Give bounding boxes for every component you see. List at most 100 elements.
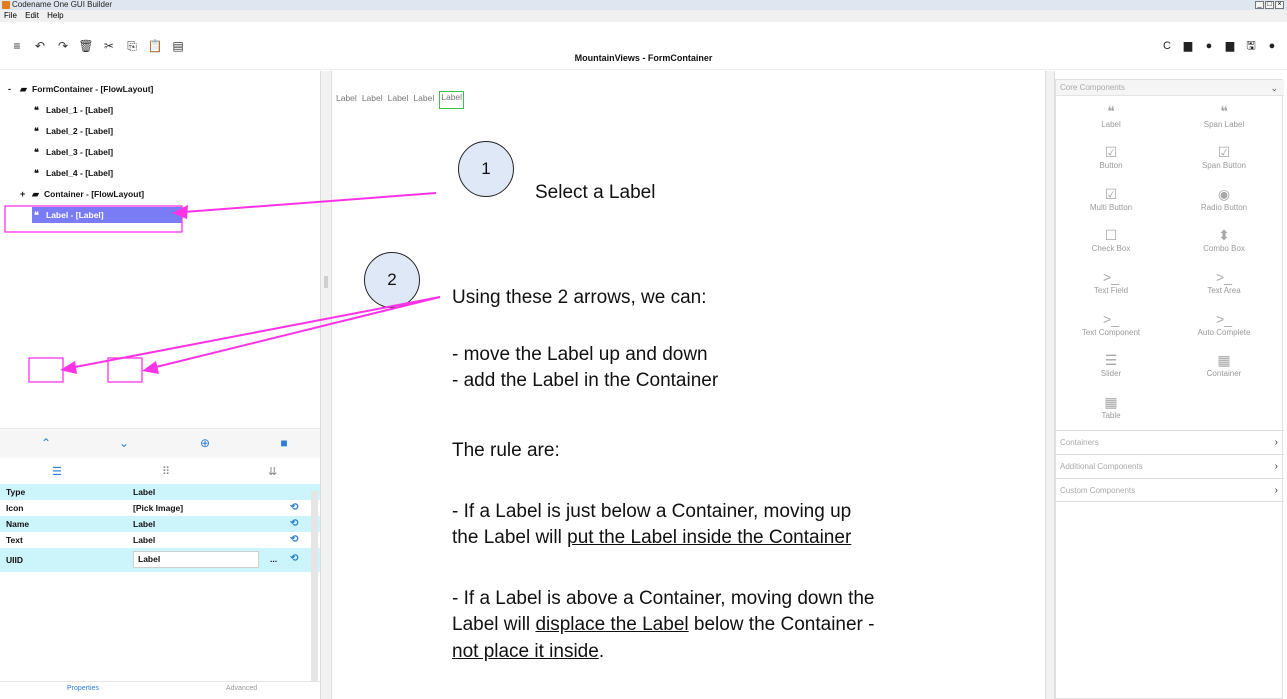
paste-icon[interactable]: 📋 <box>146 38 164 54</box>
step-1-text: Select a Label <box>535 182 656 203</box>
quote-icon: ❝ <box>34 210 39 220</box>
palette-radio-button[interactable]: ◉ Radio Button <box>1174 185 1274 212</box>
add-icon[interactable]: ⊕ <box>197 435 213 451</box>
theme-icon[interactable]: ● <box>1200 38 1218 54</box>
slider-icon: ☰ <box>1104 352 1118 368</box>
menu-edit[interactable]: Edit <box>25 11 39 20</box>
canvas-label[interactable]: Label <box>388 93 409 109</box>
palette-container[interactable]: ▦ Container <box>1174 351 1274 378</box>
move-down-button[interactable]: ⌄ <box>116 435 132 451</box>
chevron-down-icon: ⌄ <box>1270 83 1278 93</box>
name-value[interactable]: Label <box>133 516 155 532</box>
tab-properties[interactable]: Properties <box>67 685 99 692</box>
properties-scrollbar[interactable] <box>311 491 318 681</box>
palette-text-area[interactable]: >_ Text Area <box>1174 268 1274 295</box>
right-splitter[interactable] <box>1045 71 1055 699</box>
left-splitter[interactable] <box>320 71 332 699</box>
palette-item-label: Text Area <box>1207 286 1241 295</box>
pick-image-button[interactable]: [Pick Image] <box>133 500 183 516</box>
maximize-button[interactable]: □ <box>1265 1 1274 9</box>
preview-icon[interactable]: ▤ <box>169 38 187 54</box>
quote-icon: ❝ <box>1107 103 1115 119</box>
uiid-more-button[interactable]: ... <box>270 551 277 567</box>
grid-view-icon[interactable]: ⠿ <box>162 465 170 478</box>
reset-icon[interactable]: ⟲ <box>290 532 298 548</box>
cut-icon[interactable]: ✂ <box>100 38 118 54</box>
palette-label[interactable]: ❝ Label <box>1061 102 1161 129</box>
terminal-icon: >_ <box>1216 311 1232 327</box>
palette-combo-box[interactable]: ⬍ Combo Box <box>1174 226 1274 253</box>
tree-root[interactable]: - ▰ FormContainer - [FlowLayout] <box>8 81 153 97</box>
prop-key: Text <box>6 535 23 545</box>
tree-item-label-3[interactable]: ❝ Label_3 - [Label] <box>34 144 113 160</box>
device-icon[interactable]: ▆ <box>1179 38 1197 54</box>
canvas-label-selected[interactable]: Label <box>439 91 465 109</box>
palette-item-label: Slider <box>1100 369 1122 378</box>
canvas-label[interactable]: Label <box>336 93 357 109</box>
events-icon[interactable]: ⇊ <box>268 465 277 478</box>
tree-action-bar: ⌃ ⌄ ⊕ ■ <box>0 428 320 458</box>
reset-icon[interactable]: ⟲ <box>290 548 298 570</box>
menu-help[interactable]: Help <box>47 11 63 20</box>
prop-row-uiid: UIID Label ... ⟲ <box>0 548 320 572</box>
undo-icon[interactable]: ↶ <box>31 38 49 54</box>
palette-slider[interactable]: ☰ Slider <box>1061 351 1161 378</box>
tree-item-label-4[interactable]: ❝ Label_4 - [Label] <box>34 165 113 181</box>
copy-icon[interactable]: ⎘ <box>123 38 141 54</box>
move-up-button[interactable]: ⌃ <box>38 435 54 451</box>
palette-button[interactable]: ☑ Button <box>1061 143 1161 170</box>
toolbar-right: C ▆ ● ▆ 🖫 ● <box>1155 38 1281 54</box>
tree-item-label-2[interactable]: ❝ Label_2 - [Label] <box>34 123 113 139</box>
palette-auto-complete[interactable]: >_ Auto Complete <box>1174 310 1274 337</box>
collapse-icon[interactable]: - <box>8 81 20 97</box>
settings-icon[interactable]: ● <box>1263 38 1281 54</box>
palette-item-label: Combo Box <box>1203 244 1245 253</box>
refresh-icon[interactable]: C <box>1158 38 1176 54</box>
reset-icon[interactable]: ⟲ <box>290 500 298 516</box>
menu-file[interactable]: File <box>4 11 17 20</box>
palette-section-core[interactable]: Core Components ⌄ <box>1056 80 1284 96</box>
menu-bar: File Edit Help <box>0 10 1287 22</box>
tree-item-label: Label_1 - [Label] <box>46 105 114 115</box>
annotation-underline: put the Label inside the Container <box>567 527 852 548</box>
quote-icon: ❝ <box>34 147 39 157</box>
redo-icon[interactable]: ↷ <box>54 38 72 54</box>
minimize-button[interactable]: _ <box>1255 1 1264 9</box>
delete-icon[interactable]: 🗑 <box>77 38 95 54</box>
container-icon[interactable]: ■ <box>276 435 292 451</box>
palette-check-box[interactable]: ☐ Check Box <box>1061 226 1161 253</box>
tree-item-label-selected[interactable]: ❝ Label - [Label] <box>32 207 182 223</box>
splitter-grip[interactable] <box>324 276 328 288</box>
palette-span-button[interactable]: ☑ Span Button <box>1174 143 1274 170</box>
palette-multi-button[interactable]: ☑ Multi Button <box>1061 185 1161 212</box>
tree-item-container[interactable]: + ▰ Container - [FlowLayout] <box>20 186 144 202</box>
annotation-text: below the Container - <box>688 614 875 635</box>
prop-row-icon: Icon [Pick Image] ⟲ <box>0 500 320 516</box>
annotation-underline: not place it inside <box>452 641 599 662</box>
palette-section-custom[interactable]: Custom Components › <box>1056 478 1284 502</box>
menu-hamburger-icon[interactable]: ≡ <box>8 38 26 54</box>
palette-section-title: Additional Components <box>1060 462 1143 471</box>
uiid-field[interactable]: Label <box>133 551 259 568</box>
tree-item-label: Label_3 - [Label] <box>46 147 114 157</box>
tree-item-label-1[interactable]: ❝ Label_1 - [Label] <box>34 102 113 118</box>
tab-advanced[interactable]: Advanced <box>226 685 257 692</box>
form-title: MountainViews - FormContainer <box>574 53 713 63</box>
expand-icon[interactable]: + <box>20 186 32 202</box>
palette-section-additional[interactable]: Additional Components › <box>1056 454 1284 478</box>
palette-span-label[interactable]: ❝ Span Label <box>1174 102 1274 129</box>
palette-text-field[interactable]: >_ Text Field <box>1061 268 1161 295</box>
palette-section-containers[interactable]: Containers › <box>1056 430 1284 454</box>
list-view-icon[interactable]: ☰ <box>52 465 62 478</box>
quote-icon: ❝ <box>34 105 39 115</box>
palette-table[interactable]: ▦ Table <box>1061 393 1161 420</box>
reset-icon[interactable]: ⟲ <box>290 516 298 532</box>
form-preview: Label Label Label Label Label <box>336 91 465 109</box>
canvas-label[interactable]: Label <box>413 93 434 109</box>
save-icon[interactable]: 🖫 <box>1242 38 1260 54</box>
canvas-label[interactable]: Label <box>362 93 383 109</box>
layout-icon[interactable]: ▆ <box>1221 38 1239 54</box>
close-button[interactable]: × <box>1275 1 1284 9</box>
palette-text-component[interactable]: >_ Text Component <box>1061 310 1161 337</box>
text-value[interactable]: Label <box>133 532 155 548</box>
